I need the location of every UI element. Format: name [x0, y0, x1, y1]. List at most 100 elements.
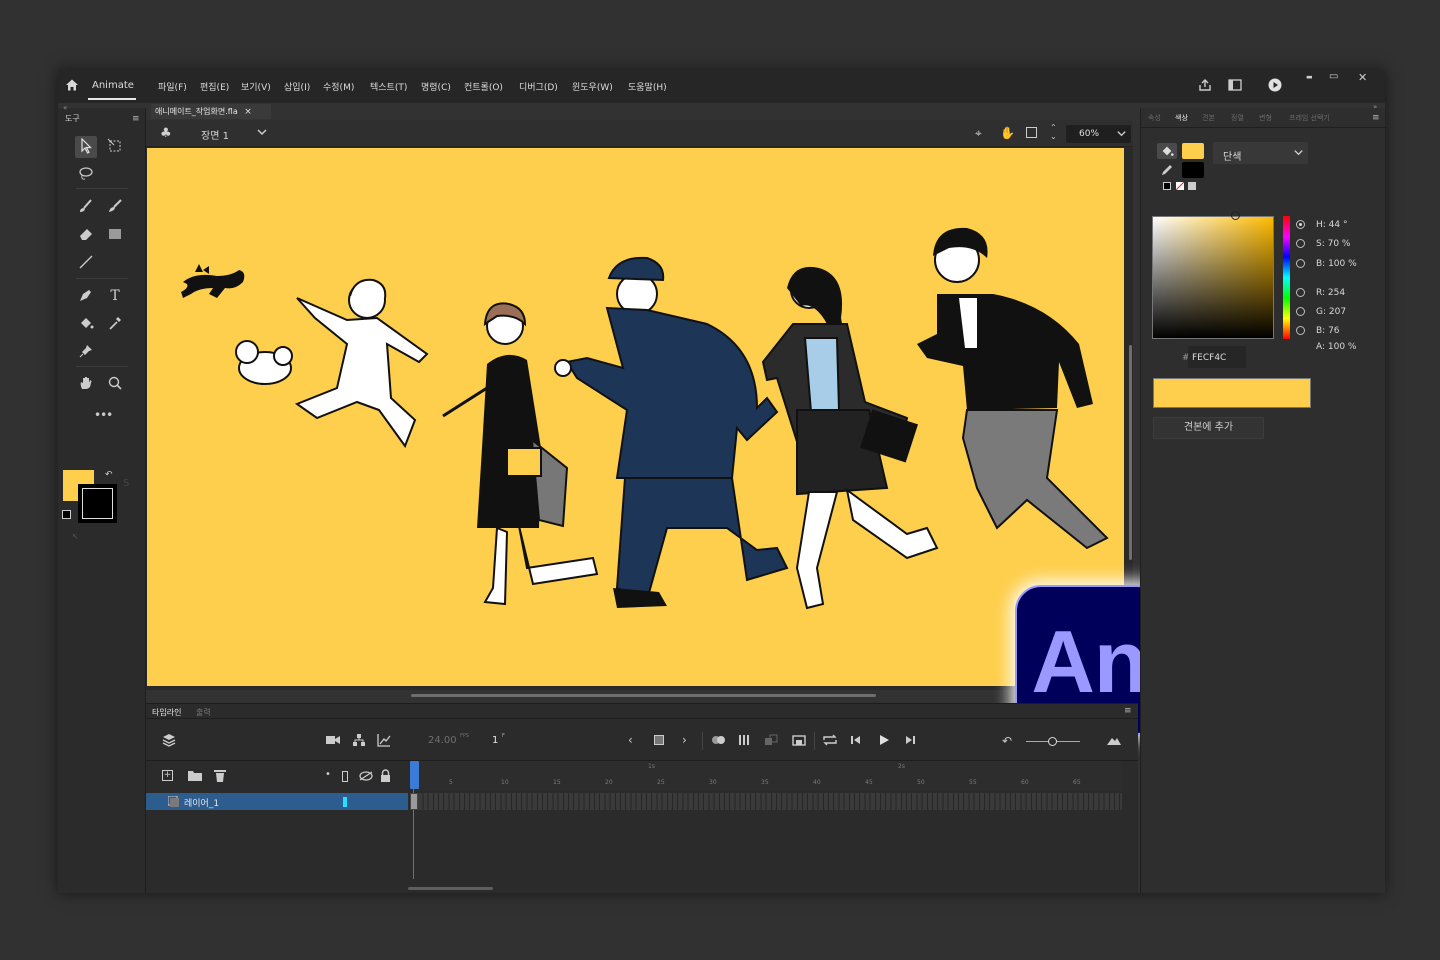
green-radio[interactable] — [1296, 307, 1305, 316]
app-tab[interactable]: Animate — [92, 80, 134, 91]
free-transform-icon[interactable] — [106, 138, 124, 156]
restore-button[interactable]: ▭ — [1329, 71, 1338, 82]
fill-type-dropdown[interactable]: 단색 — [1213, 142, 1308, 164]
playhead-handle[interactable] — [410, 761, 419, 789]
highlight-layer-icon[interactable]: • — [325, 769, 331, 780]
menu-item[interactable]: 도움말(H) — [628, 80, 667, 93]
prev-keyframe-icon[interactable]: ‹ — [628, 733, 633, 747]
fill-bucket-icon[interactable] — [1160, 144, 1174, 161]
layer-row[interactable]: 레이어_1 — [146, 793, 408, 810]
red-radio[interactable] — [1296, 288, 1305, 297]
stage[interactable] — [147, 148, 1124, 686]
menu-item[interactable]: 윈도우(W) — [572, 80, 613, 93]
menu-item[interactable]: 보기(V) — [241, 80, 271, 93]
black-white-icon[interactable] — [1163, 182, 1171, 190]
collapse-icon[interactable]: « — [63, 104, 67, 112]
layer-color-marker[interactable] — [343, 797, 347, 807]
panel-fill-swatch[interactable] — [1182, 143, 1204, 159]
stop-icon[interactable] — [654, 735, 664, 745]
output-tab[interactable]: 출력 — [196, 707, 211, 718]
right-panel-menu-icon[interactable]: ≡ — [1372, 113, 1380, 123]
delete-layer-icon[interactable] — [214, 769, 226, 785]
scene-dropdown-icon[interactable] — [256, 126, 268, 141]
text-tool-icon[interactable]: T — [106, 287, 124, 305]
layer-frames[interactable] — [412, 793, 1122, 810]
edit-multiple-frames-icon[interactable] — [738, 734, 752, 749]
rectangle-tool-icon[interactable] — [106, 226, 124, 244]
fps-value[interactable]: 24.00 — [428, 735, 457, 746]
zoom-slider-thumb[interactable] — [1048, 737, 1057, 746]
insert-frame-icon[interactable] — [792, 734, 806, 749]
right-panel-tab[interactable]: 정렬 — [1231, 113, 1244, 123]
new-layer-icon[interactable]: + — [162, 770, 173, 781]
eraser-tool-icon[interactable] — [77, 226, 95, 244]
swap-colors-icon[interactable]: ↶ — [105, 470, 113, 480]
snap-icon[interactable]: S — [123, 478, 129, 489]
timeline-tab[interactable]: 타임라인 — [152, 707, 181, 718]
scene-name[interactable]: 장면 1 — [201, 127, 229, 142]
more-tools-icon[interactable]: ••• — [94, 408, 113, 422]
right-panel-tab[interactable]: 색상 — [1175, 113, 1188, 123]
timeline-horizontal-scrollbar[interactable] — [408, 887, 493, 890]
current-frame[interactable]: 1 — [492, 735, 498, 746]
hue-slider[interactable] — [1283, 216, 1290, 339]
zoom-stepper-icon[interactable]: ⌃ ⌄ — [1050, 123, 1057, 141]
paint-brush-icon[interactable] — [77, 198, 95, 216]
add-to-swatches-button[interactable]: 견본에 추가 — [1153, 417, 1264, 439]
zoom-slider[interactable] — [1026, 737, 1080, 746]
rotate-stage-icon[interactable]: ✋ — [1000, 126, 1015, 140]
default-colors-icon[interactable] — [62, 510, 71, 519]
mountain-icon[interactable] — [1106, 734, 1122, 749]
menu-item[interactable]: 컨트롤(O) — [464, 80, 503, 93]
graph-icon[interactable] — [377, 733, 391, 750]
minimize-button[interactable]: ▬ — [1306, 73, 1313, 81]
hue-radio[interactable] — [1296, 220, 1305, 229]
symbol-icon[interactable]: ♣ — [160, 126, 172, 141]
onion-skin-icon[interactable] — [711, 735, 727, 748]
panel-menu-icon[interactable]: ≡ — [132, 114, 140, 124]
menu-item[interactable]: 수정(M) — [323, 80, 354, 93]
right-panel-tab[interactable]: 변형 — [1259, 113, 1272, 123]
zoom-field[interactable]: 60% — [1066, 125, 1131, 143]
stage-vertical-scrollbar[interactable] — [1129, 345, 1132, 560]
right-panel-tab[interactable]: 프레임 선택기 — [1289, 113, 1330, 123]
zoom-tool-icon[interactable] — [106, 375, 124, 393]
next-keyframe-icon[interactable]: › — [682, 733, 687, 747]
saturation-radio[interactable] — [1296, 239, 1305, 248]
menu-item[interactable]: 명령(C) — [421, 80, 451, 93]
panel-stroke-swatch[interactable] — [1182, 162, 1204, 178]
menu-item[interactable]: 파일(F) — [158, 80, 187, 93]
stroke-color-swatch[interactable] — [78, 484, 117, 523]
step-forward-icon[interactable] — [904, 734, 916, 749]
layers-icon[interactable] — [162, 733, 176, 750]
right-panel-tab[interactable]: 견본 — [1202, 113, 1215, 123]
eyedropper-icon[interactable] — [106, 315, 124, 333]
paint-bucket-icon[interactable] — [77, 315, 95, 333]
sync-symbols-icon[interactable] — [764, 734, 778, 749]
hex-input[interactable]: FECF4C — [1188, 346, 1246, 368]
stage-horizontal-scrollbar[interactable] — [411, 694, 876, 697]
outline-layer-icon[interactable] — [342, 771, 348, 782]
menu-item[interactable]: 텍스트(T) — [370, 80, 407, 93]
brush-tool-icon[interactable] — [106, 198, 124, 216]
menu-item[interactable]: 편집(E) — [200, 80, 229, 93]
menu-item[interactable]: 삽입(I) — [284, 80, 310, 93]
swap-icon[interactable] — [1188, 182, 1196, 190]
layer-name[interactable]: 레이어_1 — [184, 796, 219, 809]
step-back-icon[interactable] — [850, 734, 862, 749]
color-picker-field[interactable] — [1152, 216, 1274, 339]
color-picker-cursor[interactable] — [1231, 211, 1240, 220]
play-icon[interactable] — [878, 734, 890, 749]
hand-tool-icon[interactable] — [77, 375, 95, 393]
brightness-radio[interactable] — [1296, 259, 1305, 268]
loop-icon[interactable] — [822, 734, 838, 749]
center-stage-icon[interactable]: ⌖ — [975, 126, 982, 141]
lasso-tool-icon[interactable] — [77, 166, 95, 184]
parenting-icon[interactable] — [352, 733, 366, 750]
zoom-dropdown-icon[interactable] — [1116, 128, 1127, 142]
test-movie-icon[interactable] — [1268, 78, 1282, 92]
pin-tool-icon[interactable] — [77, 343, 95, 361]
close-button[interactable]: ✕ — [1358, 71, 1367, 84]
document-tab-close[interactable]: × — [244, 107, 252, 117]
lock-layer-icon[interactable] — [380, 769, 391, 785]
